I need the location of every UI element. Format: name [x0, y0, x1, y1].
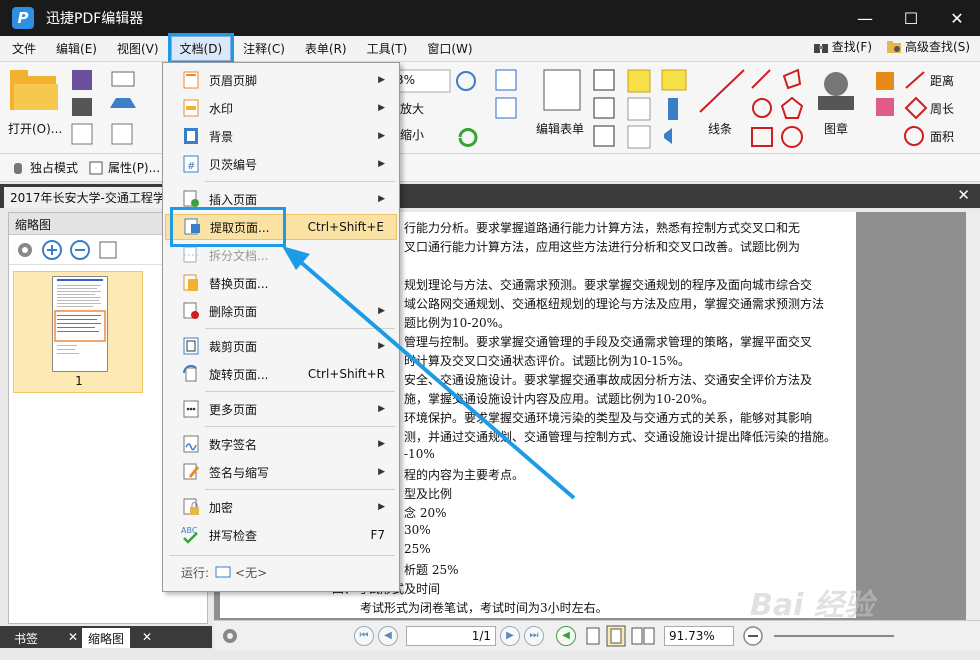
baidu-watermark: Bai 经验 [750, 588, 874, 623]
annotation-arrow [282, 246, 576, 500]
